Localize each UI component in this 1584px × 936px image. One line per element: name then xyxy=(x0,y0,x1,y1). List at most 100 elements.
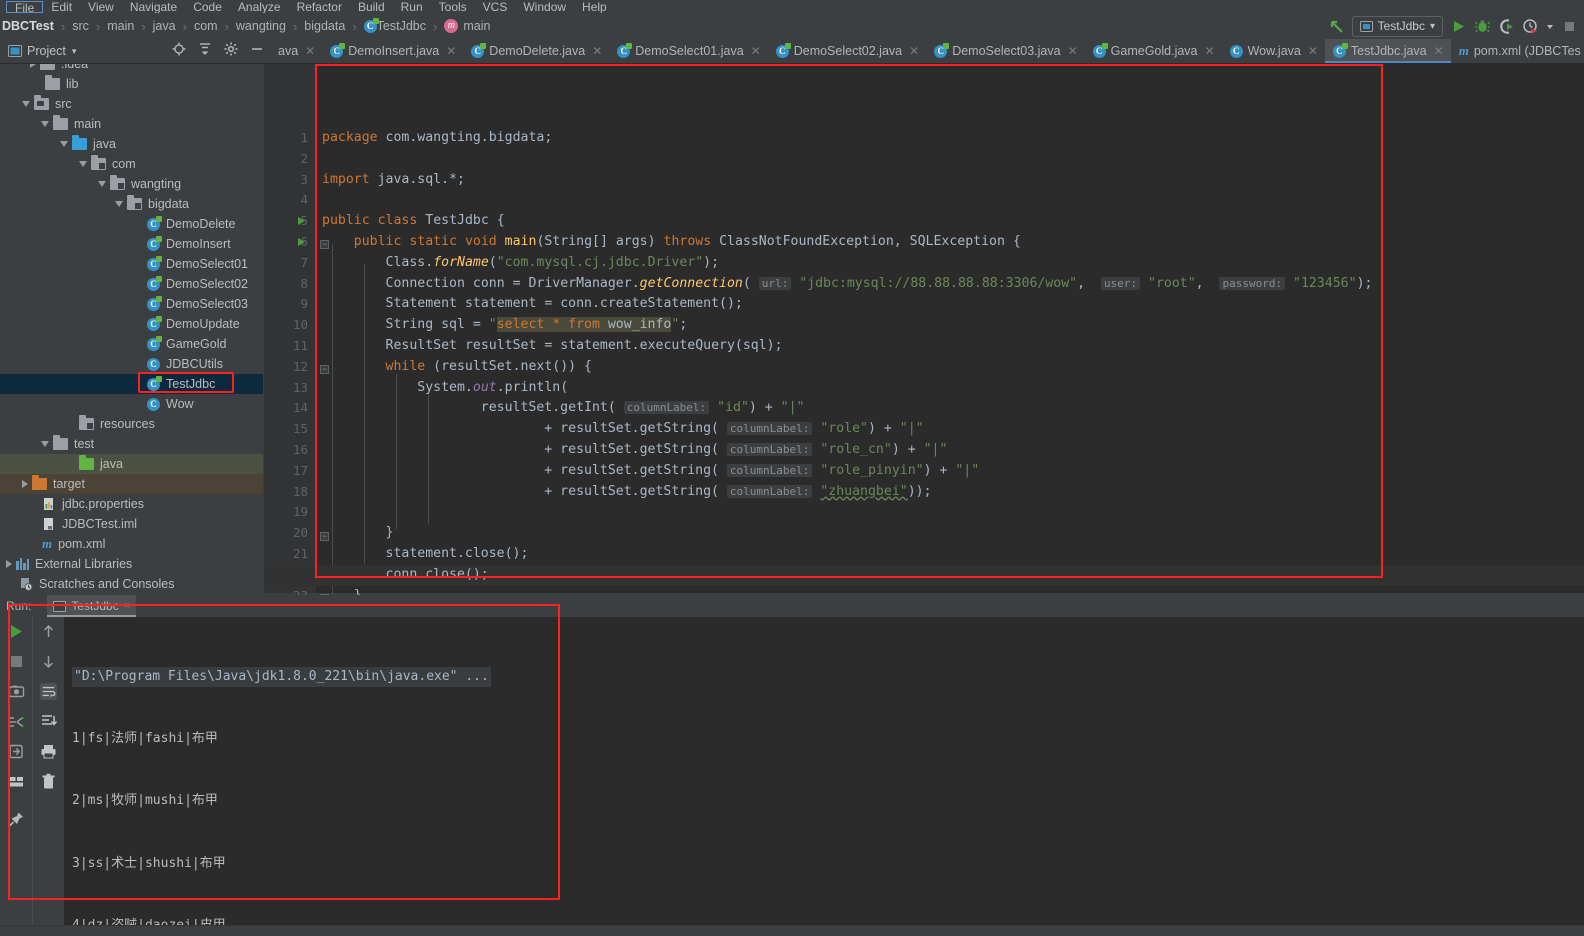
tab-testjdbc[interactable]: C TestJdbc.java ✕ xyxy=(1324,39,1451,63)
chevron-down-icon[interactable] xyxy=(60,141,68,147)
tab-partial[interactable]: ava ✕ xyxy=(270,39,322,63)
menu-item-navigate[interactable]: Navigate xyxy=(122,1,185,13)
chevron-right-icon[interactable] xyxy=(22,480,28,488)
tree-item-bigdata[interactable]: bigdata xyxy=(0,194,263,214)
print-icon[interactable] xyxy=(40,743,57,760)
menu-item-run[interactable]: Run xyxy=(393,1,431,13)
breadcrumb-item-testjdbc[interactable]: C TestJdbc xyxy=(363,17,426,33)
tree-item-main[interactable]: main xyxy=(0,114,263,134)
close-icon[interactable]: ✕ xyxy=(1434,44,1444,58)
close-icon[interactable]: ✕ xyxy=(305,44,315,58)
menu-item-refactor[interactable]: Refactor xyxy=(289,1,350,13)
scroll-to-end-icon[interactable] xyxy=(40,713,58,730)
breadcrumb-item-main[interactable]: main xyxy=(107,19,134,33)
tree-item-demoselect01[interactable]: C DemoSelect01 xyxy=(0,254,263,274)
code-editor[interactable]: 1 2 3 4 5 6 7 8 9 10 11 12 13 14 15 16 1… xyxy=(264,64,1584,644)
tab-pomxml[interactable]: m pom.xml (JDBCTes xyxy=(1451,39,1584,63)
tree-item-jdbctest-iml[interactable]: JDBCTest.iml xyxy=(0,514,263,534)
close-icon[interactable]: ✕ xyxy=(592,44,602,58)
tab-demoselect02[interactable]: C DemoSelect02.java ✕ xyxy=(768,39,926,63)
tree-item-jdbcutils[interactable]: C JDBCUtils xyxy=(0,354,263,374)
chevron-down-icon[interactable] xyxy=(1546,18,1554,35)
run-with-coverage-icon[interactable] xyxy=(1498,18,1515,35)
tree-item-java-test[interactable]: java xyxy=(0,454,263,474)
chevron-down-icon[interactable] xyxy=(115,201,123,207)
tree-item-java-main[interactable]: java xyxy=(0,134,263,154)
menu-item-code[interactable]: Code xyxy=(185,1,230,13)
menu-item-build[interactable]: Build xyxy=(350,1,393,13)
console-output[interactable]: "D:\Program Files\Java\jdk1.8.0_221\bin\… xyxy=(64,617,1584,925)
breadcrumb-item-wangting[interactable]: wangting xyxy=(236,19,286,33)
menu-item-window[interactable]: Window xyxy=(515,1,574,13)
up-arrow-icon[interactable] xyxy=(40,623,57,640)
tree-item-com[interactable]: com xyxy=(0,154,263,174)
chevron-down-icon[interactable]: ▾ xyxy=(72,46,77,57)
chevron-down-icon[interactable] xyxy=(79,161,87,167)
menu-item-tools[interactable]: Tools xyxy=(431,1,475,13)
code-content[interactable]: package com.wangting.bigdata; import jav… xyxy=(264,64,1584,623)
tree-item-demoupdate[interactable]: C DemoUpdate xyxy=(0,314,263,334)
tree-item-wow[interactable]: C Wow xyxy=(0,394,263,414)
soft-wrap-icon[interactable] xyxy=(40,683,57,700)
stop-icon[interactable] xyxy=(8,653,25,670)
run-icon[interactable] xyxy=(1450,18,1467,35)
tree-item-gamegold[interactable]: C GameGold xyxy=(0,334,263,354)
breadcrumb-item-project[interactable]: DBCTest xyxy=(2,19,54,33)
down-arrow-icon[interactable] xyxy=(40,653,57,670)
menu-item-file[interactable]: File xyxy=(6,1,44,13)
close-icon[interactable]: ✕ xyxy=(1205,44,1215,58)
menu-item-vcs[interactable]: VCS xyxy=(475,1,516,13)
run-tab-testjdbc[interactable]: TestJdbc × xyxy=(47,595,137,617)
run-gutter-icon-line5[interactable] xyxy=(298,217,305,225)
close-icon[interactable]: ✕ xyxy=(1308,44,1318,58)
run-configuration-selector[interactable]: TestJdbc ▾ xyxy=(1351,15,1443,37)
tree-item-testjdbc[interactable]: C TestJdbc xyxy=(0,374,263,394)
breadcrumb-item-com[interactable]: com xyxy=(194,19,218,33)
chevron-down-icon[interactable]: ▾ xyxy=(1430,21,1435,32)
export-icon[interactable] xyxy=(8,743,25,760)
tree-item-src[interactable]: src xyxy=(0,94,263,114)
breadcrumb-item-bigdata[interactable]: bigdata xyxy=(304,19,345,33)
debug-icon[interactable] xyxy=(1474,18,1491,35)
tab-demoselect03[interactable]: C DemoSelect03.java ✕ xyxy=(926,39,1084,63)
project-tree[interactable]: .idea lib src main java com wangting big… xyxy=(0,64,263,593)
tab-demoinsert[interactable]: C DemoInsert.java ✕ xyxy=(322,39,463,63)
tree-item-external-libraries[interactable]: External Libraries xyxy=(0,554,263,574)
profiler-icon[interactable] xyxy=(1522,18,1539,35)
chevron-right-icon[interactable] xyxy=(30,64,36,68)
breadcrumb-item-method-main[interactable]: m main xyxy=(444,19,490,33)
tab-gamegold[interactable]: C GameGold.java ✕ xyxy=(1085,39,1222,63)
close-icon[interactable]: ✕ xyxy=(446,44,456,58)
trash-icon[interactable] xyxy=(40,773,57,790)
tab-demoselect01[interactable]: C DemoSelect01.java ✕ xyxy=(609,39,767,63)
close-icon[interactable]: ✕ xyxy=(909,44,919,58)
chevron-down-icon[interactable] xyxy=(98,181,106,187)
run-gutter-icon-line6[interactable] xyxy=(298,238,305,246)
tree-item-demoselect02[interactable]: C DemoSelect02 xyxy=(0,274,263,294)
editor-gutter[interactable]: 1 2 3 4 5 6 7 8 9 10 11 12 13 14 15 16 1… xyxy=(264,64,316,644)
close-icon[interactable]: × xyxy=(124,600,130,612)
tree-item-target[interactable]: target xyxy=(0,474,263,494)
chevron-right-icon[interactable] xyxy=(6,560,12,568)
tree-item-demodelete[interactable]: C DemoDelete xyxy=(0,214,263,234)
locate-icon[interactable] xyxy=(172,42,186,61)
tree-item-resources[interactable]: resources xyxy=(0,414,263,434)
menu-item-view[interactable]: View xyxy=(80,1,122,13)
breadcrumb-item-src[interactable]: src xyxy=(72,19,89,33)
menu-item-edit[interactable]: Edit xyxy=(43,1,80,13)
close-icon[interactable]: ✕ xyxy=(751,44,761,58)
tree-item-scratches[interactable]: Scratches and Consoles xyxy=(0,574,263,593)
settings-gear-icon[interactable] xyxy=(224,42,238,61)
thread-dump-icon[interactable] xyxy=(8,713,25,730)
collapse-all-icon[interactable] xyxy=(198,42,212,61)
stop-icon[interactable] xyxy=(1561,18,1578,35)
tree-item-lib[interactable]: lib xyxy=(0,74,263,94)
tab-wow[interactable]: C Wow.java ✕ xyxy=(1222,39,1325,63)
chevron-down-icon[interactable] xyxy=(41,441,49,447)
tree-item-pom-xml[interactable]: m pom.xml xyxy=(0,534,263,554)
tree-item-idea[interactable]: .idea xyxy=(0,64,263,74)
tree-item-demoinsert[interactable]: C DemoInsert xyxy=(0,234,263,254)
breadcrumb-item-java[interactable]: java xyxy=(153,19,176,33)
pin-icon[interactable] xyxy=(8,811,25,828)
tree-item-wangting[interactable]: wangting xyxy=(0,174,263,194)
